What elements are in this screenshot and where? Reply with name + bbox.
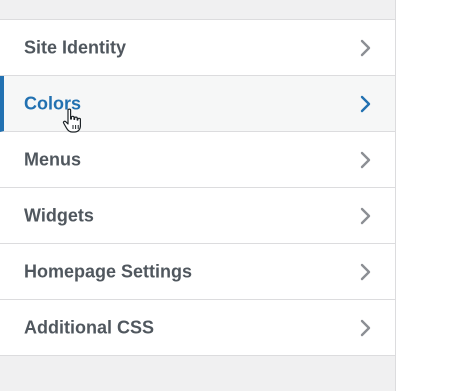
panel-bottom-strip — [0, 356, 395, 385]
menu-item-menus[interactable]: Menus — [0, 132, 395, 188]
chevron-right-icon — [359, 318, 373, 338]
menu-item-label: Site Identity — [24, 37, 127, 57]
menu-item-label: Homepage Settings — [24, 261, 193, 281]
chevron-right-icon — [359, 262, 373, 282]
menu-item-label: Colors — [24, 93, 82, 113]
menu-item-homepage-settings[interactable]: Homepage Settings — [0, 244, 395, 300]
customizer-menu: Site Identity Colors Menus Widgets Homep… — [0, 20, 395, 356]
menu-item-label: Additional CSS — [24, 317, 154, 337]
menu-item-site-identity[interactable]: Site Identity — [0, 20, 395, 76]
menu-item-additional-css[interactable]: Additional CSS — [0, 300, 395, 356]
menu-item-label: Menus — [24, 149, 82, 169]
menu-item-widgets[interactable]: Widgets — [0, 188, 395, 244]
chevron-right-icon — [359, 94, 373, 114]
menu-item-label: Widgets — [24, 205, 94, 225]
menu-item-colors[interactable]: Colors — [0, 76, 395, 132]
panel-top-strip — [0, 0, 395, 20]
customizer-panel: Site Identity Colors Menus Widgets Homep… — [0, 0, 396, 391]
chevron-right-icon — [359, 38, 373, 58]
chevron-right-icon — [359, 150, 373, 170]
chevron-right-icon — [359, 206, 373, 226]
